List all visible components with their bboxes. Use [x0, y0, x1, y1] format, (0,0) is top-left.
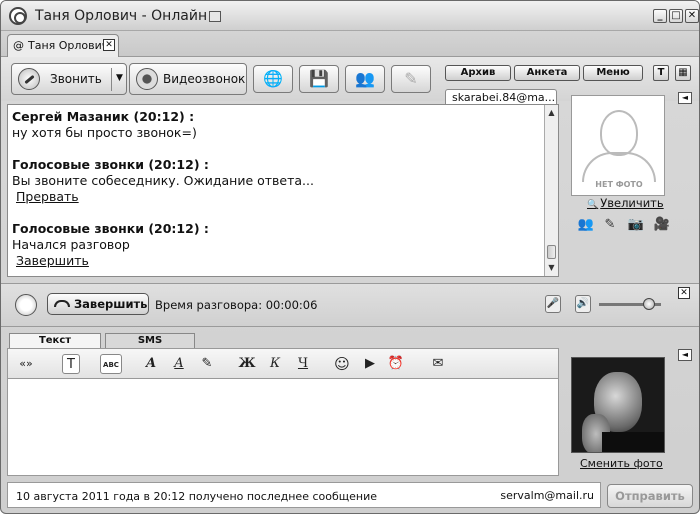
- spellcheck-icon[interactable]: ABC: [100, 354, 122, 374]
- camera-icon[interactable]: 📷: [627, 217, 645, 233]
- video-message-icon[interactable]: ▶: [360, 354, 380, 374]
- edit-button[interactable]: ✎: [391, 65, 431, 93]
- status-icon: @: [13, 39, 24, 52]
- message-header: Голосовые звонки (20:12) :: [12, 157, 209, 172]
- microphone-icon[interactable]: 🎤: [545, 295, 561, 313]
- contact-photo: НЕТ ФОТО: [571, 95, 665, 196]
- scroll-thumb[interactable]: [547, 245, 556, 259]
- speaker-icon[interactable]: 🔊: [575, 295, 591, 313]
- italic-icon[interactable]: К: [266, 354, 284, 374]
- tab-contact-label: Таня Орлович: [28, 39, 109, 52]
- globe-icon: 🌐: [263, 69, 283, 88]
- save-button[interactable]: 💾: [299, 65, 339, 93]
- phone-icon: [18, 68, 40, 90]
- text-color-icon[interactable]: A: [170, 354, 188, 374]
- tab-contact[interactable]: @ Таня Орлович ✕: [7, 34, 119, 57]
- profile-button[interactable]: Анкета: [514, 65, 580, 81]
- no-photo-label: НЕТ ФОТО: [595, 180, 643, 189]
- call-panel: Завершить Время разговора: 00:00:06 🎤 🔊: [1, 283, 699, 327]
- close-button[interactable]: ✕: [685, 9, 699, 23]
- alarm-icon[interactable]: ⏰: [386, 354, 406, 374]
- account-tab[interactable]: skarabei.84@ma...: [445, 89, 557, 105]
- title-bar: Таня Орлович - Онлайн _ □ ✕: [1, 1, 699, 31]
- underline-icon[interactable]: Ч: [294, 354, 312, 374]
- tab-text[interactable]: Текст: [9, 333, 101, 348]
- hangup-button[interactable]: Завершить: [47, 293, 149, 315]
- chat-log[interactable]: Сергей Мазаник (20:12) : ну хотя бы прост…: [7, 104, 559, 277]
- mail-icon[interactable]: ✉: [428, 354, 448, 374]
- edit-icon: ✎: [404, 69, 418, 88]
- format-toolbar: «» T ABC A A ✎ Ж К Ч ☺ ▶ ⏰ ✉: [7, 348, 559, 378]
- hangup-label: Завершить: [74, 297, 148, 311]
- change-photo-link[interactable]: Сменить фото: [580, 457, 663, 470]
- tab-strip: @ Таня Орлович ✕: [1, 31, 699, 57]
- maximize-button[interactable]: □: [669, 9, 683, 23]
- menu-button[interactable]: Меню: [583, 65, 643, 81]
- webcam-icon: [136, 68, 158, 90]
- last-message-status: 10 августа 2011 года в 20:12 получено по…: [16, 490, 377, 503]
- message-text: Начался разговор: [12, 237, 130, 252]
- message-action-link[interactable]: Прервать: [16, 189, 542, 205]
- chevron-down-icon[interactable]: ▼: [116, 73, 123, 83]
- silhouette-body: [582, 152, 656, 182]
- video-camera-icon[interactable]: 🎥: [653, 217, 671, 233]
- avatar-suit: [602, 432, 664, 452]
- pencil-icon[interactable]: ✎: [601, 217, 619, 233]
- collapse-contact-panel-icon[interactable]: ◄: [678, 92, 692, 104]
- floppy-disk-icon: 💾: [309, 69, 329, 88]
- account-email: servalm@mail.ru: [500, 489, 594, 502]
- users-icon[interactable]: 👥: [577, 217, 595, 233]
- call-duration: Время разговора: 00:00:06: [155, 298, 318, 312]
- chat-message: Сергей Мазаник (20:12) : ну хотя бы прост…: [12, 109, 542, 141]
- message-input[interactable]: [7, 378, 559, 476]
- app-logo-icon: [9, 7, 27, 25]
- globe-button[interactable]: 🌐: [253, 65, 293, 93]
- chat-message: Голосовые звонки (20:12) : Начался разгов…: [12, 221, 542, 269]
- hangup-icon: [54, 300, 70, 307]
- bold-icon[interactable]: Ж: [238, 354, 256, 374]
- minimize-button[interactable]: _: [653, 9, 667, 23]
- chat-window: Таня Орлович - Онлайн _ □ ✕ @ Таня Орлов…: [0, 0, 700, 514]
- video-call-button[interactable]: Видеозвонок: [129, 63, 247, 95]
- message-header: Сергей Мазаник (20:12) :: [12, 109, 195, 124]
- layout-grid-button[interactable]: ▦: [675, 65, 691, 81]
- message-action-link[interactable]: Завершить: [16, 253, 542, 269]
- scroll-down-icon[interactable]: ▼: [546, 262, 557, 274]
- contacts-button[interactable]: 👥: [345, 65, 385, 93]
- call-panel-close-icon[interactable]: ✕: [678, 287, 690, 299]
- tab-sms[interactable]: SMS: [105, 333, 195, 348]
- message-text: ну хотя бы просто звонок=): [12, 125, 197, 140]
- highlight-icon[interactable]: ✎: [198, 354, 216, 374]
- zoom-photo-link[interactable]: Увеличить: [587, 196, 663, 210]
- volume-slider-knob[interactable]: [643, 298, 655, 310]
- chat-scrollbar[interactable]: ▲ ▼: [544, 105, 558, 276]
- chat-messages: Сергей Мазаник (20:12) : ну хотя бы прост…: [12, 109, 542, 285]
- window-title: Таня Орлович - Онлайн: [35, 8, 208, 24]
- smiley-icon[interactable]: ☺: [332, 354, 352, 374]
- archive-button[interactable]: Архив: [445, 65, 511, 81]
- chat-message: Голосовые звонки (20:12) : Вы звоните соб…: [12, 157, 542, 205]
- send-button[interactable]: Отправить: [607, 484, 693, 508]
- scroll-up-icon[interactable]: ▲: [546, 107, 557, 119]
- divider: [111, 68, 112, 91]
- collapse-own-panel-icon[interactable]: ◄: [678, 349, 692, 361]
- tab-close-icon[interactable]: ✕: [103, 39, 115, 51]
- font-icon[interactable]: A: [142, 354, 160, 374]
- status-bar: 10 августа 2011 года в 20:12 получено по…: [7, 482, 601, 508]
- video-call-label: Видеозвонок: [163, 72, 246, 86]
- own-avatar: [571, 357, 665, 453]
- call-button[interactable]: Звонить ▼: [11, 63, 127, 95]
- message-header: Голосовые звонки (20:12) :: [12, 221, 209, 236]
- headset-icon: [15, 294, 37, 316]
- pin-icon[interactable]: [209, 11, 221, 22]
- contacts-icon: 👥: [355, 69, 375, 88]
- silhouette-head: [600, 110, 638, 156]
- text-style-icon[interactable]: T: [62, 354, 80, 374]
- font-button[interactable]: T: [653, 65, 669, 81]
- quote-icon[interactable]: «»: [14, 354, 38, 374]
- message-text: Вы звоните собеседнику. Ожидание ответа.…: [12, 173, 314, 188]
- call-button-label: Звонить: [50, 72, 102, 86]
